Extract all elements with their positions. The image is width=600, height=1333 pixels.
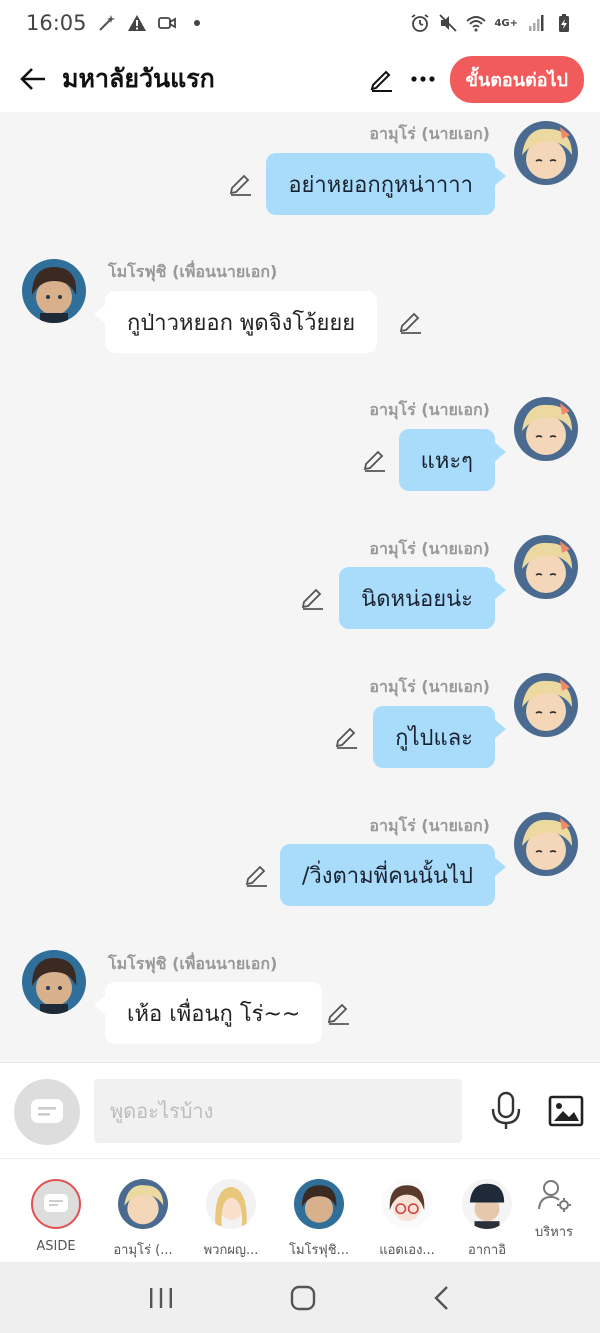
edit-message-icon[interactable]: [300, 584, 326, 610]
edit-message-icon[interactable]: [398, 308, 424, 334]
avatar-amuro[interactable]: [514, 673, 578, 737]
system-nav-bar: [0, 1262, 600, 1333]
message-sender: อามุโร่ (นายเอก): [369, 400, 490, 419]
wifi-icon: [466, 16, 487, 32]
character-name: ASIDE: [36, 1239, 76, 1254]
character-akai[interactable]: อากาอิ: [450, 1179, 524, 1260]
character-admin[interactable]: แอดเอง...: [363, 1179, 451, 1260]
more-options-icon[interactable]: [410, 66, 436, 92]
app-header: มหาลัยวันแรก ขั้นตอนต่อไป: [0, 46, 600, 112]
aside-toggle-button[interactable]: [14, 1079, 80, 1145]
avatar-amuro[interactable]: [514, 121, 578, 185]
edit-message-icon[interactable]: [244, 861, 270, 887]
message-bubble[interactable]: แหะๆ: [398, 429, 495, 491]
warning-icon: [127, 15, 146, 31]
character-morofushi[interactable]: โมโรฟุชิ...: [275, 1179, 363, 1260]
character-girls[interactable]: พวกผญ...: [187, 1179, 275, 1260]
avatar-morofushi: [294, 1179, 344, 1229]
avatar-amuro: [118, 1179, 168, 1229]
image-upload-icon[interactable]: [548, 1093, 584, 1129]
message-sender: อามุโร่ (นายเอก): [369, 124, 490, 143]
avatar-amuro[interactable]: [514, 812, 578, 876]
page-title: มหาลัยวันแรก: [62, 64, 215, 93]
manage-label: บริหาร: [534, 1225, 574, 1240]
next-step-button[interactable]: ขั้นตอนต่อไป: [449, 55, 584, 103]
avatar-amuro[interactable]: [514, 535, 578, 599]
status-time: 16:05: [26, 11, 87, 35]
message-bubble[interactable]: นิดหน่อยน่ะ: [339, 567, 495, 629]
status-bar: 16:05 4G+: [0, 0, 600, 46]
chat-area[interactable]: อามุโร่ (นายเอก) อย่าหยอกกูหน่าาาา โมโรฟ…: [0, 112, 600, 1062]
recent-apps-icon[interactable]: [148, 1286, 174, 1310]
edit-message-icon[interactable]: [326, 999, 352, 1025]
avatar-girls: [206, 1179, 256, 1229]
message-bubble[interactable]: อย่าหยอกกูหน่าาาา: [266, 153, 495, 215]
edit-message-icon[interactable]: [228, 170, 254, 196]
manage-characters-button[interactable]: บริหาร: [524, 1177, 584, 1242]
alarm-icon: [411, 14, 429, 32]
character-name: พวกผญ...: [203, 1243, 259, 1258]
character-name: อากาอิ: [467, 1243, 507, 1258]
back-arrow-icon[interactable]: [16, 62, 50, 96]
avatar-morofushi[interactable]: [22, 259, 86, 323]
manage-user-icon: [538, 1180, 571, 1212]
character-amuro[interactable]: อามุโร่ (...: [99, 1179, 187, 1260]
message-bubble[interactable]: กูไปและ: [373, 706, 495, 768]
magic-wand-icon: [98, 15, 115, 31]
dot-icon: [193, 20, 200, 26]
character-name: โมโรฟุชิ...: [289, 1243, 349, 1258]
back-nav-icon[interactable]: [432, 1285, 452, 1311]
mute-icon: [439, 14, 458, 32]
character-name: แอดเอง...: [379, 1243, 435, 1258]
home-icon[interactable]: [290, 1285, 316, 1311]
network-type-label: 4G+: [494, 17, 518, 29]
character-selector: ASIDE อามุโร่ (... พวกผญ... โมโรฟุชิ... …: [0, 1158, 600, 1262]
aside-icon: [31, 1179, 81, 1229]
message-sender: อามุโร่ (นายเอก): [369, 816, 490, 835]
edit-message-icon[interactable]: [362, 446, 388, 472]
video-camera-icon: [157, 17, 176, 29]
message-input-bar: [0, 1062, 600, 1158]
message-bubble[interactable]: /วิ่งตามพี่คนนั้นไป: [279, 844, 495, 906]
character-name: อามุโร่ (...: [113, 1243, 173, 1258]
edit-message-icon[interactable]: [334, 723, 360, 749]
aside-icon: [31, 1099, 63, 1123]
message-bubble[interactable]: เห้อ เพื่อนกู โร่~~: [105, 982, 323, 1044]
message-input[interactable]: [94, 1079, 462, 1143]
microphone-icon[interactable]: [488, 1091, 524, 1131]
signal-icon: [529, 15, 544, 31]
character-aside[interactable]: ASIDE: [12, 1179, 100, 1254]
message-sender: โมโรฟุชิ (เพื่อนนายเอก): [108, 262, 278, 281]
message-sender: โมโรฟุชิ (เพื่อนนายเอก): [108, 954, 278, 973]
avatar-morofushi[interactable]: [22, 950, 86, 1014]
message-sender: อามุโร่ (นายเอก): [369, 539, 490, 558]
battery-icon: [559, 14, 569, 32]
avatar-amuro[interactable]: [514, 397, 578, 461]
avatar-admin: [382, 1179, 432, 1229]
avatar-akai: [462, 1179, 512, 1229]
message-bubble[interactable]: กูป่าวหยอก พูดจิงโว้ยยย: [105, 291, 378, 353]
edit-title-icon[interactable]: [368, 65, 396, 93]
message-sender: อามุโร่ (นายเอก): [369, 677, 490, 696]
